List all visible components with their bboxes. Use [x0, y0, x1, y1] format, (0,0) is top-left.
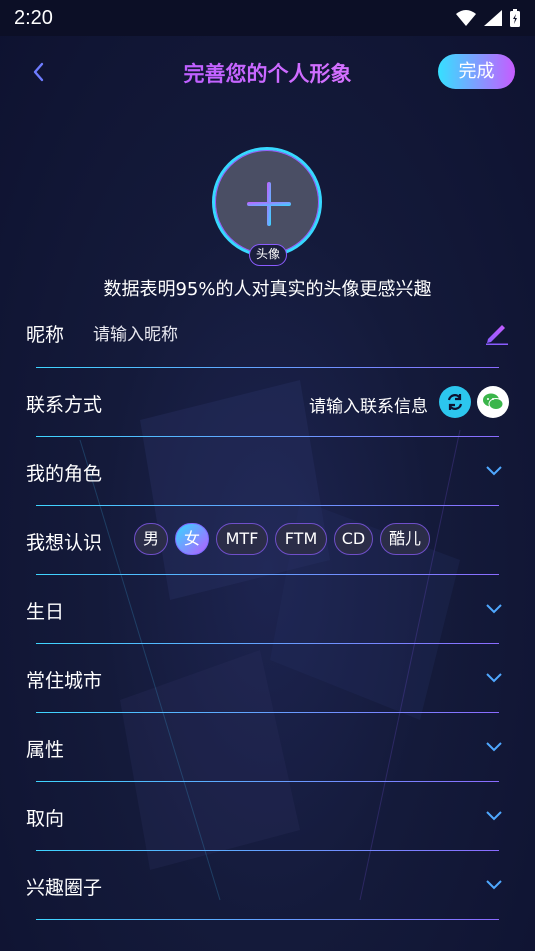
tag-mtf[interactable]: MTF — [216, 523, 268, 555]
tag-cd[interactable]: CD — [334, 523, 373, 555]
wechat-icon — [483, 393, 504, 410]
nickname-label: 昵称 — [26, 324, 65, 346]
tag-male[interactable]: 男 — [134, 523, 168, 555]
wifi-icon — [456, 10, 476, 26]
header: 完善您的个人形象 完成 — [0, 52, 535, 92]
chevron-down-icon[interactable] — [485, 672, 503, 684]
refresh-icon — [447, 394, 463, 410]
avatar-upload[interactable] — [212, 147, 322, 257]
chevron-down-icon[interactable] — [485, 810, 503, 822]
birthday-label: 生日 — [26, 601, 65, 623]
status-icons — [455, 8, 521, 28]
city-row[interactable]: 常住城市 — [0, 644, 535, 713]
contact-label: 联系方式 — [26, 394, 103, 416]
orientation-label: 取向 — [26, 808, 65, 830]
chevron-down-icon[interactable] — [485, 879, 503, 891]
want-meet-label: 我想认识 — [26, 532, 103, 554]
contact-input[interactable]: 请输入联系信息 — [309, 392, 428, 417]
chevron-down-icon[interactable] — [485, 603, 503, 615]
refresh-button[interactable] — [439, 386, 471, 418]
tag-female[interactable]: 女 — [175, 523, 209, 555]
role-row[interactable]: 我的角色 — [0, 437, 535, 506]
divider — [36, 918, 499, 920]
signal-icon — [484, 10, 502, 26]
done-button[interactable]: 完成 — [438, 54, 515, 89]
interest-label: 兴趣圈子 — [26, 877, 103, 899]
want-meet-row: 我想认识 男 女 MTF FTM CD 酷儿 — [0, 506, 535, 575]
plus-icon — [247, 182, 291, 226]
interest-row[interactable]: 兴趣圈子 — [0, 851, 535, 920]
edit-pencil-icon[interactable] — [484, 319, 510, 345]
contact-row: 联系方式 请输入联系信息 — [0, 368, 535, 437]
avatar-label: 头像 — [249, 244, 287, 266]
nickname-input[interactable] — [93, 322, 393, 348]
attribute-row[interactable]: 属性 — [0, 713, 535, 782]
avatar-hint: 数据表明95%的人对真实的头像更感兴趣 — [103, 279, 432, 300]
role-label: 我的角色 — [26, 463, 103, 485]
status-time: 2:20 — [14, 6, 53, 29]
birthday-row[interactable]: 生日 — [0, 575, 535, 644]
attribute-label: 属性 — [26, 739, 65, 761]
orientation-row[interactable]: 取向 — [0, 782, 535, 851]
wechat-button[interactable] — [477, 386, 509, 418]
chevron-down-icon[interactable] — [485, 465, 503, 477]
chevron-down-icon[interactable] — [485, 741, 503, 753]
tag-queer[interactable]: 酷儿 — [380, 523, 430, 555]
battery-icon — [510, 9, 520, 27]
status-bar: 2:20 — [0, 0, 535, 36]
city-label: 常住城市 — [26, 670, 103, 692]
tag-ftm[interactable]: FTM — [275, 523, 327, 555]
